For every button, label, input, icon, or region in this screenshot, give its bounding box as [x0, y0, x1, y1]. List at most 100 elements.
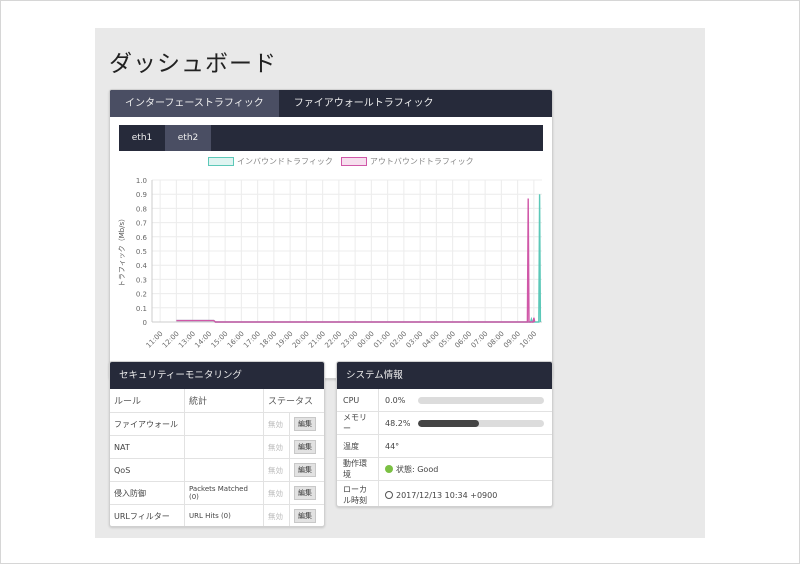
- x-tick-label: 13:00: [177, 330, 197, 350]
- legend-outbound-label: アウトバウンドトラフィック: [369, 156, 474, 166]
- rule-stat: [184, 435, 264, 459]
- rule-name: 侵入防御: [110, 481, 185, 505]
- subtab-eth1[interactable]: eth1: [119, 125, 165, 151]
- table-row: QoS 無効 編集: [110, 458, 324, 482]
- x-tick-label: 23:00: [340, 330, 360, 350]
- legend-outbound-swatch: [340, 156, 367, 166]
- rule-stat: URL Hits (0): [184, 504, 264, 526]
- x-tick-label: 09:00: [502, 330, 522, 350]
- rule-name: QoS: [110, 458, 185, 482]
- table-row: URLフィルター URL Hits (0) 無効 編集: [110, 504, 324, 526]
- x-tick-label: 19:00: [275, 330, 295, 350]
- page-title: ダッシュボード: [109, 51, 277, 77]
- rule-stat: Packets Matched (0): [184, 481, 264, 505]
- rule-stat: [184, 458, 264, 482]
- security-card: セキュリティーモニタリング ルール 統計 ステータス ファイアウォール 無効 編集 N…: [109, 361, 325, 527]
- y-tick-label: 0.1: [136, 305, 147, 313]
- edit-button[interactable]: 編集: [294, 440, 316, 454]
- system-row-memory: メモリー 48.2%: [337, 411, 552, 435]
- cpu-value: 0.0%: [385, 395, 406, 405]
- table-row: ファイアウォール 無効 編集: [110, 412, 324, 436]
- rule-status: 無効: [263, 458, 290, 482]
- status-good-icon: [385, 465, 393, 473]
- legend-outbound[interactable]: アウトバウンドトラフィック: [340, 156, 474, 167]
- rule-name: URLフィルター: [110, 504, 185, 526]
- y-tick-label: 0.5: [136, 248, 147, 256]
- x-tick-label: 03:00: [405, 330, 425, 350]
- x-tick-label: 15:00: [210, 330, 230, 350]
- x-tick-label: 02:00: [388, 330, 408, 350]
- y-axis-label: トラフィック（Mb/s）: [118, 215, 126, 287]
- system-row-temp: 温度 44°: [337, 434, 552, 458]
- system-row-cpu: CPU 0.0%: [337, 389, 552, 412]
- rule-status: 無効: [263, 435, 290, 459]
- temp-value: 44°: [378, 434, 552, 458]
- table-row: NAT 無効 編集: [110, 435, 324, 459]
- security-table: ルール 統計 ステータス ファイアウォール 無効 編集 NAT 無効 編集 QoS 無効 編集侵…: [110, 389, 324, 526]
- memory-bar: [418, 419, 544, 427]
- x-tick-label: 06:00: [453, 330, 473, 350]
- cpu-bar: [418, 396, 544, 404]
- rule-status: 無効: [263, 481, 290, 505]
- x-tick-label: 20:00: [291, 330, 311, 350]
- edit-button[interactable]: 編集: [294, 463, 316, 477]
- cpu-label: CPU: [337, 389, 379, 412]
- security-card-title: セキュリティーモニタリング: [110, 362, 324, 389]
- subtab-eth2[interactable]: eth2: [165, 125, 211, 151]
- x-tick-label: 08:00: [486, 330, 506, 350]
- y-tick-label: 1.0: [136, 177, 147, 185]
- rule-status: 無効: [263, 504, 290, 526]
- legend-inbound[interactable]: インバウンドトラフィック: [208, 156, 333, 167]
- series-line-inbound: [176, 194, 542, 323]
- legend-inbound-swatch: [208, 156, 234, 166]
- rule-stat: [184, 412, 264, 436]
- memory-bar-fill: [418, 419, 479, 427]
- dashboard-page: ダッシュボード インターフェーストラフィック ファイアウォールトラフィック et…: [95, 28, 705, 538]
- tab-firewall-traffic[interactable]: ファイアウォールトラフィック: [279, 90, 449, 117]
- rule-name: NAT: [110, 435, 185, 459]
- time-label: ローカル時刻: [337, 480, 379, 506]
- system-card: システム情報 CPU 0.0% メモリー 48.2% 温度 44° 動作環境 状…: [336, 361, 553, 507]
- y-tick-label: 0.4: [136, 262, 148, 270]
- y-tick-label: 0.7: [136, 220, 147, 228]
- col-status: ステータス: [263, 389, 324, 413]
- traffic-tabbar: インターフェーストラフィック ファイアウォールトラフィック: [110, 90, 552, 117]
- chart-legend: インバウンドトラフィック アウトバウンドトラフィック: [208, 155, 482, 167]
- interface-subtabbar: eth1 eth2: [119, 125, 543, 151]
- edit-button[interactable]: 編集: [294, 509, 316, 523]
- status-label: 動作環境: [337, 457, 379, 481]
- col-rule: ルール: [110, 389, 185, 413]
- edit-button[interactable]: 編集: [294, 486, 316, 500]
- legend-inbound-label: インバウンドトラフィック: [237, 156, 333, 166]
- status-value: 状態: Good: [396, 464, 439, 474]
- system-table: CPU 0.0% メモリー 48.2% 温度 44° 動作環境 状態: Good…: [337, 389, 552, 506]
- memory-label: メモリー: [337, 411, 379, 435]
- x-tick-label: 17:00: [242, 330, 262, 350]
- system-row-status: 動作環境 状態: Good: [337, 457, 552, 481]
- temp-label: 温度: [337, 434, 379, 458]
- edit-button[interactable]: 編集: [294, 417, 316, 431]
- y-tick-label: 0: [143, 319, 147, 327]
- y-tick-label: 0.2: [136, 291, 147, 299]
- x-tick-label: 12:00: [161, 330, 181, 350]
- x-tick-label: 01:00: [372, 330, 392, 350]
- x-tick-label: 21:00: [307, 330, 327, 350]
- table-row: 侵入防御 Packets Matched (0) 無効 編集: [110, 481, 324, 505]
- x-tick-label: 04:00: [421, 330, 441, 350]
- system-card-title: システム情報: [337, 362, 552, 389]
- traffic-card: インターフェーストラフィック ファイアウォールトラフィック eth1 eth2 …: [109, 89, 553, 379]
- memory-value: 48.2%: [385, 418, 411, 428]
- x-tick-label: 05:00: [437, 330, 457, 350]
- col-stat: 統計: [184, 389, 264, 413]
- rule-status: 無効: [263, 412, 290, 436]
- y-tick-label: 0.8: [136, 205, 147, 213]
- x-tick-label: 22:00: [323, 330, 343, 350]
- x-tick-label: 00:00: [356, 330, 376, 350]
- x-tick-label: 10:00: [518, 330, 538, 350]
- time-value: 2017/12/13 10:34 +0900: [396, 490, 498, 500]
- y-tick-label: 0.6: [136, 234, 148, 242]
- system-row-time: ローカル時刻 2017/12/13 10:34 +0900: [337, 480, 552, 506]
- y-tick-label: 0.9: [136, 191, 147, 199]
- tab-interface-traffic[interactable]: インターフェーストラフィック: [110, 90, 279, 117]
- y-tick-label: 0.3: [136, 276, 147, 284]
